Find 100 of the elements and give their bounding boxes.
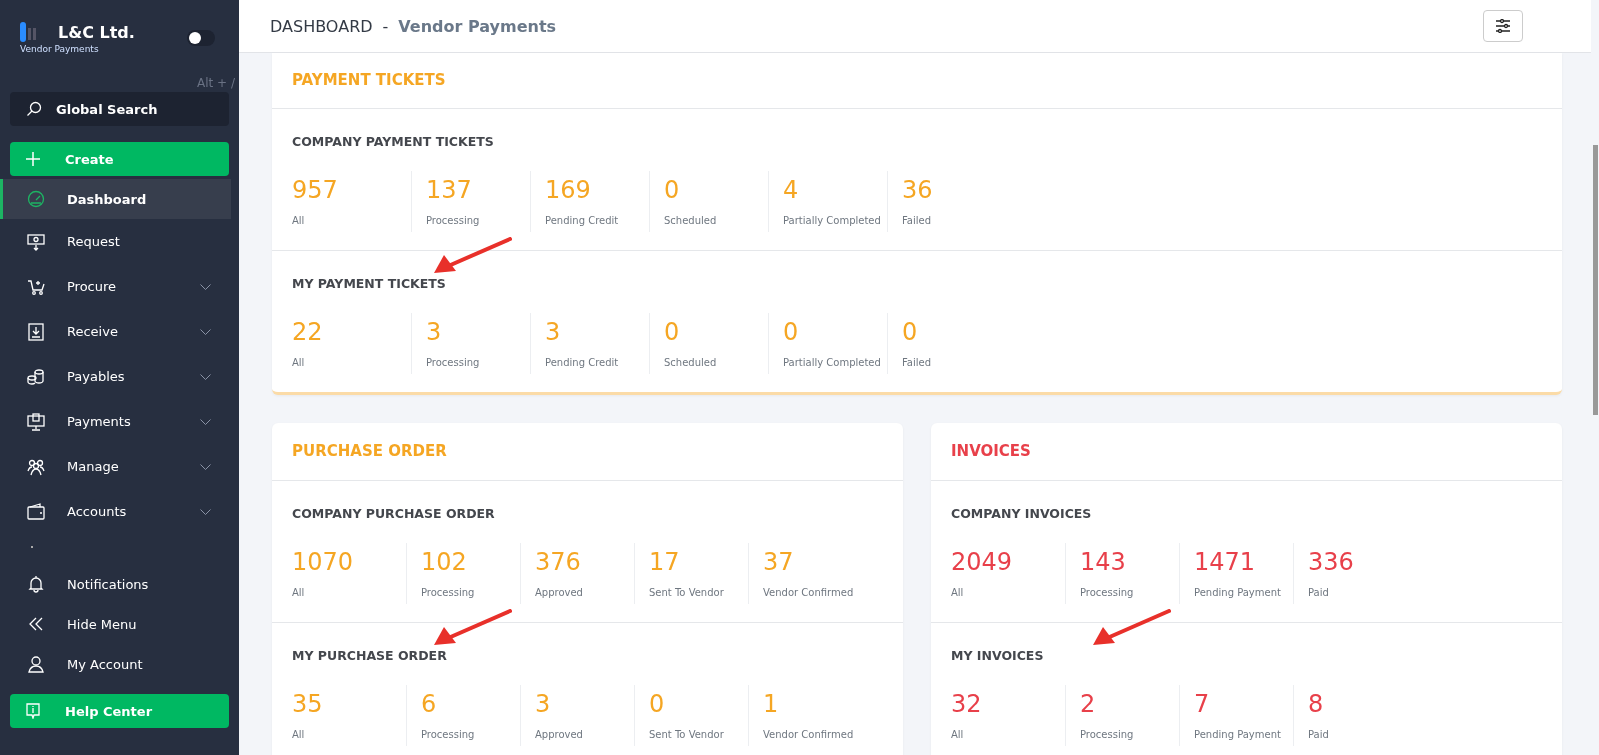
people-icon [27, 457, 45, 476]
stat-value[interactable]: 7 [1194, 691, 1293, 717]
stat-label: Processing [426, 357, 481, 368]
stat-value[interactable]: 32 [951, 691, 1065, 717]
stat-value[interactable]: 0 [664, 319, 768, 345]
nav-item[interactable]: Payments [0, 399, 231, 444]
stat-label: Vendor Confirmed [763, 729, 855, 740]
stat-label: Vendor Confirmed [763, 587, 855, 598]
download-icon [27, 322, 45, 341]
stat-label: Processing [426, 215, 481, 226]
stat-value[interactable]: 137 [426, 177, 530, 203]
nav-item[interactable]: Manage [0, 444, 231, 489]
stat-label: Pending Payment [1194, 587, 1282, 598]
stat-value[interactable]: 336 [1308, 549, 1407, 575]
shortcut-hint: Alt + / [196, 76, 235, 90]
nav-item[interactable]: Request [0, 219, 231, 264]
stat-value[interactable]: 3 [426, 319, 530, 345]
stat-label: Pending Credit [545, 357, 620, 368]
stat-label: All [292, 587, 306, 598]
stat-label: Processing [1080, 729, 1135, 740]
nav-item[interactable]: Hide Menu [0, 604, 231, 644]
coins-icon [27, 367, 45, 386]
create-button[interactable]: Create [10, 142, 229, 176]
stat-value[interactable]: 8 [1308, 691, 1407, 717]
stat-value[interactable]: 3 [535, 691, 634, 717]
nav-item[interactable]: Notifications [0, 564, 231, 604]
stat-value[interactable]: 17 [649, 549, 748, 575]
section-title: COMPANY INVOICES [951, 506, 1092, 521]
section-title: MY PURCHASE ORDER [292, 648, 447, 663]
stat-value[interactable]: 0 [649, 691, 748, 717]
monitor-icon [27, 412, 45, 431]
person-icon [27, 655, 45, 673]
stat-label: Approved [535, 587, 584, 598]
stat-label: Scheduled [664, 215, 718, 226]
nav-item[interactable]: My Account [0, 644, 231, 684]
section-title: MY PAYMENT TICKETS [292, 276, 446, 291]
stat-value[interactable]: 376 [535, 549, 634, 575]
logo-icon [20, 22, 38, 42]
stat-value[interactable]: 0 [902, 319, 1006, 345]
stat-label: Partially Completed [783, 215, 882, 226]
page-subtitle: Vendor Payments [398, 16, 557, 36]
stat-value[interactable]: 37 [763, 549, 862, 575]
stat-label: Partially Completed [783, 357, 882, 368]
search-icon [26, 101, 42, 117]
stat-value[interactable]: 22 [292, 319, 411, 345]
nav-item[interactable]: Procure [0, 264, 231, 309]
stat-value[interactable]: 1070 [292, 549, 406, 575]
section-title: MY INVOICES [951, 648, 1044, 663]
stat-value[interactable]: 36 [902, 177, 1006, 203]
section-title: COMPANY PURCHASE ORDER [292, 506, 495, 521]
card-title: PAYMENT TICKETS [272, 53, 1562, 109]
brand-subtitle: Vendor Payments [20, 44, 100, 54]
wallet-icon [27, 502, 45, 521]
stat-value[interactable]: 1471 [1194, 549, 1293, 575]
nav-item[interactable]: Receive [0, 309, 231, 354]
cart-icon [27, 277, 45, 296]
stat-value[interactable]: 2 [1080, 691, 1179, 717]
page-title: DASHBOARD [270, 16, 373, 36]
stat-label: Processing [421, 587, 476, 598]
stat-label: Processing [421, 729, 476, 740]
help-center-button[interactable]: Help Center [10, 694, 229, 728]
stat-value[interactable]: 957 [292, 177, 411, 203]
stat-label: Paid [1308, 729, 1330, 740]
stat-label: All [292, 357, 306, 368]
stat-label: All [951, 587, 965, 598]
stat-value[interactable]: 169 [545, 177, 649, 203]
stat-value[interactable]: 0 [664, 177, 768, 203]
gauge-icon [27, 190, 45, 208]
stat-label: Sent To Vendor [649, 587, 725, 598]
stat-value[interactable]: 143 [1080, 549, 1179, 575]
stat-value[interactable]: 4 [783, 177, 887, 203]
nav-item[interactable]: Payables [0, 354, 231, 399]
stat-label: All [292, 729, 306, 740]
filter-button[interactable] [1483, 10, 1523, 42]
stat-label: Failed [902, 357, 933, 368]
stat-value[interactable]: 0 [783, 319, 887, 345]
card-title: INVOICES [931, 423, 1562, 481]
stat-label: Scheduled [664, 357, 718, 368]
stat-value[interactable]: 102 [421, 549, 520, 575]
search-field[interactable]: Global Search [10, 92, 229, 126]
stat-value[interactable]: 1 [763, 691, 862, 717]
stat-value[interactable]: 35 [292, 691, 406, 717]
sliders-icon [1495, 19, 1511, 33]
title-separator: - [382, 16, 389, 36]
stat-label: Processing [1080, 587, 1135, 598]
section-title: COMPANY PAYMENT TICKETS [292, 134, 494, 149]
nav-item[interactable]: Accounts [0, 489, 231, 534]
plus-icon [26, 152, 40, 166]
stat-label: Pending Credit [545, 215, 620, 226]
card-title: PURCHASE ORDER [272, 423, 903, 481]
stat-value[interactable]: 3 [545, 319, 649, 345]
brand-name: L&C Ltd. [58, 22, 135, 42]
stat-value[interactable]: 2049 [951, 549, 1065, 575]
nav-item[interactable]: Dashboard [0, 179, 231, 219]
info-icon [26, 703, 40, 719]
stat-label: Paid [1308, 587, 1330, 598]
theme-toggle[interactable] [187, 30, 215, 46]
stat-label: All [951, 729, 965, 740]
stat-value[interactable]: 6 [421, 691, 520, 717]
stat-label: Approved [535, 729, 584, 740]
